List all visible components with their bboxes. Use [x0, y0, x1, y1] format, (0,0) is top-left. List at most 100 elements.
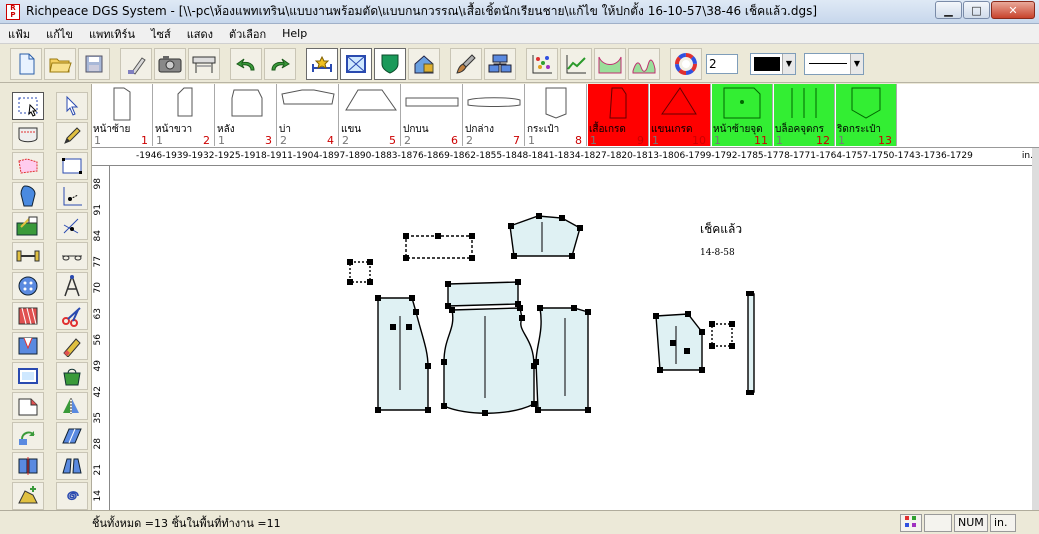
dart-tool[interactable] — [12, 332, 44, 360]
piece-card-top-collar[interactable]: ปกบน 2 6 — [402, 84, 463, 146]
line-width-input[interactable]: 2 — [706, 53, 738, 74]
status-bar: ชิ้นทั้งหมด =13 ชิ้นในพื้นที่ทำงาน =11 N… — [0, 510, 1039, 534]
slant-tool[interactable] — [56, 422, 88, 450]
rotate-icon — [19, 431, 35, 445]
under-collar-piece-icon — [467, 97, 521, 107]
chalk-tool[interactable] — [56, 332, 88, 360]
new-file-button[interactable] — [10, 47, 42, 80]
maximize-button[interactable]: □ — [963, 1, 990, 19]
piece-card-pocket[interactable]: กระเป๋า 1 8 — [526, 84, 587, 146]
grade-line-button[interactable] — [560, 47, 592, 80]
vertical-scrollbar[interactable] — [1032, 148, 1039, 510]
vertical-ruler-tick: 42 — [93, 386, 103, 398]
camera-button[interactable] — [154, 47, 186, 80]
grade-point-view-button[interactable] — [306, 47, 338, 80]
sleeve-piece-icon — [345, 89, 397, 111]
vertical-ruler-tick: 14 — [93, 490, 103, 502]
grade-points-button[interactable] — [526, 47, 558, 80]
fill-piece-button[interactable] — [374, 47, 406, 80]
grade-rule-tool[interactable] — [12, 212, 44, 240]
piece-card-front-right[interactable]: หน้าขวา 1 2 — [154, 84, 215, 146]
wave-fill-button[interactable] — [628, 47, 660, 80]
line-style-select[interactable]: ▼ — [804, 52, 864, 75]
menu-bar: แฟ้ม แก้ไข แพทเทิร์น ไซส์ แสดง ตัวเลือก … — [0, 24, 1039, 44]
save-button[interactable] — [78, 47, 110, 80]
mirror-tool[interactable] — [56, 392, 88, 420]
measure-tool[interactable] — [12, 242, 44, 270]
menu-file[interactable]: แฟ้ม — [0, 25, 38, 43]
pattern-work-area[interactable]: เช็คแล้ว 14-8-58 — [110, 166, 1032, 510]
cut-tool[interactable] — [56, 302, 88, 330]
piece-card-yoke[interactable]: บ่า 2 4 — [278, 84, 339, 146]
shape-outline-tool[interactable] — [12, 152, 44, 180]
vertical-ruler-tick: 49 — [93, 360, 103, 372]
window-controls: ▁ □ ✕ — [934, 1, 1035, 19]
front-left-dot-piece-icon — [723, 87, 761, 119]
layers-button[interactable] — [484, 47, 516, 80]
menu-help[interactable]: Help — [274, 27, 315, 40]
horizontal-ruler: -1946-1939-1932-1925-1918-1911-1904-1897… — [92, 148, 1039, 166]
vertical-ruler-tick: 98 — [93, 178, 103, 190]
piece-outline-view-button[interactable] — [340, 47, 372, 80]
pleat-icon — [18, 307, 38, 325]
curve-point-tool[interactable] — [56, 182, 88, 210]
pointer-tool[interactable] — [56, 92, 88, 120]
piece-card-shirt-grade[interactable]: เสื้อเกรด 1 9 — [588, 84, 649, 146]
pencil-tool[interactable] — [56, 122, 88, 150]
piece-qty: 2 — [404, 134, 411, 146]
piece-card-pocket-fold[interactable]: ริดกระเป๋า 1 13 — [836, 84, 897, 146]
fold-tool[interactable] — [12, 392, 44, 420]
pocket-tool[interactable] — [12, 122, 44, 150]
piece-number: 11 — [754, 134, 768, 146]
curve-nest-button[interactable] — [594, 47, 626, 80]
button-tool[interactable] — [12, 272, 44, 300]
split-tool[interactable] — [12, 452, 44, 480]
menu-pattern[interactable]: แพทเทิร์น — [81, 25, 143, 43]
intersect-tool[interactable] — [56, 212, 88, 240]
spiral-tool[interactable] — [56, 482, 88, 510]
minimize-button[interactable]: ▁ — [935, 1, 962, 19]
title-bar[interactable]: R P Richpeace DGS System - [\\-pc\ห้องแพ… — [0, 0, 1039, 24]
color-wheel-button[interactable] — [670, 47, 702, 80]
add-seam-tool[interactable] — [12, 482, 44, 510]
piece-number: 3 — [265, 134, 272, 146]
lock-piece-button[interactable] — [408, 47, 440, 80]
pleat-tool[interactable] — [12, 302, 44, 330]
piece-number: 7 — [513, 134, 520, 146]
frame-tool[interactable] — [12, 362, 44, 390]
line-color-select[interactable]: ▼ — [750, 52, 796, 75]
compass-tool[interactable] — [56, 272, 88, 300]
piece-card-front-left[interactable]: หน้าซ้าย 1 1 — [92, 84, 153, 146]
pattern-pieces-layer — [347, 213, 755, 416]
plotter-button[interactable] — [188, 47, 220, 80]
sleeve-tool[interactable] — [12, 182, 44, 210]
open-file-button[interactable] — [44, 47, 76, 80]
menu-view[interactable]: แสดง — [179, 25, 221, 43]
redo-button[interactable] — [264, 47, 296, 80]
undo-button[interactable] — [230, 47, 262, 80]
select-piece-tool[interactable] — [12, 92, 44, 120]
digitizer-button[interactable] — [120, 47, 152, 80]
piece-card-sleeve[interactable]: แขน 2 5 — [340, 84, 401, 146]
piece-card-under-collar[interactable]: ปกล่าง 2 7 — [464, 84, 525, 146]
piece-qty: 1 — [94, 134, 101, 146]
paint-brush-icon — [456, 53, 476, 74]
piece-card-front-left-dot[interactable]: หน้าซ้ายจุด 1 11 — [712, 84, 773, 146]
menu-options[interactable]: ตัวเลือก — [221, 25, 274, 43]
piece-card-sleeve-grade[interactable]: แขนเกรด 1 10 — [650, 84, 711, 146]
bag-tool[interactable] — [56, 362, 88, 390]
piece-card-back[interactable]: หลัง 1 3 — [216, 84, 277, 146]
brush-button[interactable] — [450, 47, 482, 80]
rectangle-tool[interactable] — [56, 152, 88, 180]
yoke-piece — [509, 215, 581, 257]
piece-card-block-dot[interactable]: บล็อคจุดกร 1 12 — [774, 84, 835, 146]
piece-qty: 1 — [652, 134, 659, 146]
menu-edit[interactable]: แก้ไข — [38, 25, 81, 43]
buttonhole-tool[interactable] — [56, 242, 88, 270]
pocket-icon — [18, 127, 38, 143]
rotate-tool[interactable] — [12, 422, 44, 450]
frame-icon — [18, 368, 38, 384]
menu-size[interactable]: ไซส์ — [143, 25, 179, 43]
spread-tool[interactable] — [56, 452, 88, 480]
close-button[interactable]: ✕ — [991, 1, 1035, 19]
